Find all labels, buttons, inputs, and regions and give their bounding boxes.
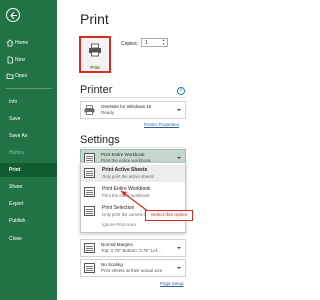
sidebar-item-open[interactable]: Open: [0, 69, 57, 83]
menu-item-desc: Only print the active sheets: [102, 174, 154, 179]
menu-item-title: Print Active Sheets: [102, 167, 148, 173]
scaling-icon: [84, 263, 95, 273]
selection-icon: [84, 206, 95, 216]
printer-icon: [89, 43, 101, 57]
sidebar-item-label: History: [9, 150, 25, 156]
chevron-down-icon: [177, 157, 181, 159]
scaling-title: No Scaling: [101, 262, 123, 267]
printer-name: OneNote for Windows 10: [101, 104, 152, 109]
copies-stepper[interactable]: 1 ▲ ▼: [141, 38, 168, 47]
margins-icon: [84, 243, 95, 253]
margins-desc: Top: 0.75" Bottom: 0.75" Lef...: [101, 248, 161, 253]
printer-properties-link[interactable]: Printer Properties: [144, 122, 179, 127]
sidebar-item-save[interactable]: Save: [0, 112, 57, 126]
annotation-callout: Select this option: [145, 210, 193, 221]
sidebar-item-history: History: [0, 146, 57, 160]
sidebar-item-publish[interactable]: Publish: [0, 214, 57, 228]
scaling-dropdown[interactable]: No Scaling Print sheets at their actual …: [80, 259, 186, 277]
print-pane: Print Print Copies: 1 ▲ ▼ Printer i OneNo…: [57, 0, 205, 300]
chevron-down-icon: [177, 247, 181, 249]
folder-open-icon: [6, 73, 14, 79]
menu-item-print-active-sheets[interactable]: Print Active Sheets Only print the activ…: [81, 165, 185, 182]
sidebar-item-label: Info: [9, 99, 18, 105]
sidebar-item-share[interactable]: Share: [0, 180, 57, 194]
sidebar-item-home[interactable]: Home: [0, 36, 57, 50]
sidebar-item-close[interactable]: Close: [0, 232, 57, 246]
printer-heading: Printer: [80, 84, 113, 96]
backstage-sidebar: Home New Open Info Save Save As History …: [0, 0, 57, 300]
sidebar-item-label: Save: [9, 116, 21, 122]
sidebar-item-label: Export: [9, 201, 24, 207]
back-arrow-icon[interactable]: [6, 8, 20, 22]
sidebar-item-label: Publish: [9, 218, 26, 224]
info-icon[interactable]: i: [177, 87, 185, 95]
settings-heading: Settings: [80, 134, 120, 146]
scaling-desc: Print sheets at their actual size: [101, 268, 163, 273]
sidebar-item-label: Print: [9, 167, 21, 173]
sidebar-item-label: Share: [9, 184, 23, 190]
copies-value: 1: [145, 40, 148, 46]
sidebar-item-info[interactable]: Info: [0, 95, 57, 109]
sidebar-item-label: Save As: [9, 133, 28, 139]
print-what-title: Print Entire Workbook: [101, 152, 145, 157]
sidebar-item-print[interactable]: Print: [0, 163, 57, 177]
ignore-print-area-label: Ignore Print Area: [102, 222, 136, 227]
active-sheets-icon: [84, 168, 95, 178]
sidebar-item-save-as[interactable]: Save As: [0, 129, 57, 143]
sidebar-item-label: Home: [15, 40, 29, 46]
sidebar-divider: [6, 88, 52, 89]
margins-dropdown[interactable]: Normal Margins Top: 0.75" Bottom: 0.75" …: [80, 239, 186, 257]
print-button[interactable]: Print: [79, 36, 111, 73]
divider: [80, 147, 186, 148]
printer-dropdown[interactable]: OneNote for Windows 10 Ready: [80, 101, 186, 119]
sidebar-item-label: New: [15, 57, 26, 63]
new-document-icon: [7, 56, 13, 64]
home-icon: [6, 39, 14, 47]
page-setup-link[interactable]: Page Setup: [160, 281, 184, 286]
chevron-down-icon: [177, 267, 181, 269]
chevron-down-icon: [177, 109, 181, 111]
printer-status: Ready: [101, 110, 115, 115]
page-title: Print: [80, 11, 109, 27]
print-button-label: Print: [90, 65, 100, 70]
copies-label: Copies:: [121, 41, 138, 47]
sidebar-item-label: Close: [9, 236, 22, 242]
sidebar-item-new[interactable]: New: [0, 53, 57, 67]
sidebar-item-export[interactable]: Export: [0, 197, 57, 211]
workbook-icon: [84, 187, 95, 197]
printer-icon: [84, 105, 95, 115]
spinner-arrows-icon[interactable]: ▲ ▼: [162, 38, 165, 46]
divider: [80, 97, 186, 98]
sidebar-item-label: Open: [15, 73, 28, 79]
margins-title: Normal Margins: [101, 242, 133, 247]
